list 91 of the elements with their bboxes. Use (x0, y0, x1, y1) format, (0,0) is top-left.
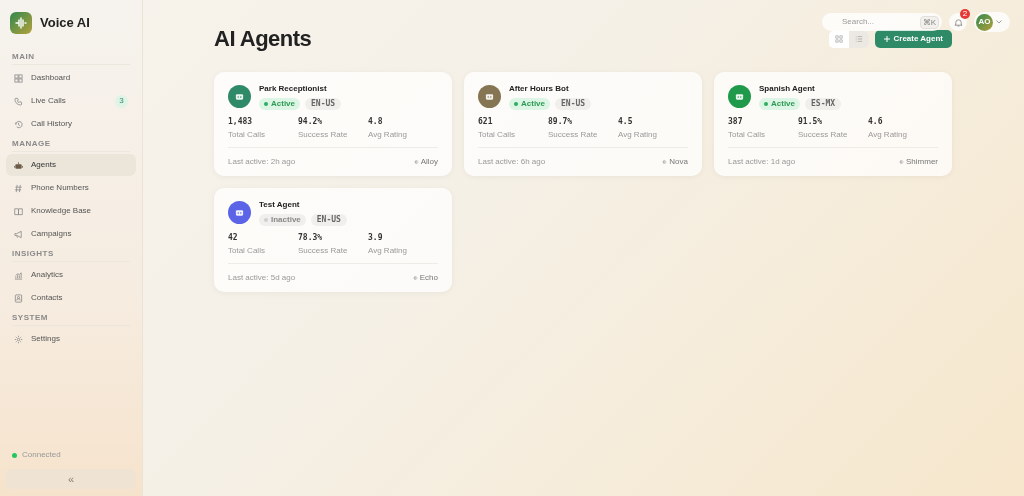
status-badge: Inactive (259, 214, 306, 226)
stat-label: Avg Rating (868, 130, 908, 140)
waveform-logo-icon (10, 12, 32, 34)
last-active-text: Last active: 2h ago (228, 156, 296, 168)
nav-item[interactable]: Analytics (6, 264, 136, 286)
agent-card[interactable]: Park Receptionist Active EN-US 1,483 Total Calls 94.2% Success Rate 4.8 Avg Rating Last active: 2h ago Alloy (214, 72, 452, 176)
book-icon (14, 206, 23, 216)
nav-item[interactable]: Settings (6, 328, 136, 350)
status-badge: Active (509, 98, 550, 110)
agent-name: After Hours Bot (509, 83, 570, 95)
stat-value: 4.8 (368, 117, 384, 127)
agent-name: Test Agent (259, 199, 301, 211)
robot-icon (235, 92, 244, 101)
nav-item[interactable]: Phone Numbers (6, 177, 136, 199)
section-heading: INSIGHTS (12, 249, 130, 262)
create-agent-button[interactable]: Create Agent (874, 30, 952, 48)
robot-icon (735, 92, 744, 101)
stat-label: Success Rate (298, 246, 349, 256)
stat-value: 621 (478, 117, 494, 127)
avatar: AO (976, 13, 993, 31)
voice-name: Alloy (420, 156, 438, 168)
stat-label: Avg Rating (368, 130, 408, 140)
stat-value: 94.2% (298, 117, 324, 127)
section-heading: SYSTEM (12, 313, 130, 326)
voice-name: Shimmer (906, 156, 938, 168)
language-tag: EN-US (310, 214, 347, 226)
voice-name: Echo (419, 272, 438, 284)
notification-badge: 2 (960, 9, 970, 19)
nav-item[interactable]: Agents (6, 154, 136, 176)
section-heading: MANAGE (12, 139, 130, 152)
agent-card[interactable]: Test Agent Inactive EN-US 42 Total Calls 78.3% Success Rate 3.9 Avg Rating Last active: 5d ago Echo (214, 188, 452, 292)
robot-icon (14, 160, 23, 170)
nav-item[interactable]: Contacts (6, 287, 136, 309)
nav-item[interactable]: Dashboard (6, 67, 136, 89)
stat-label: Avg Rating (368, 246, 408, 256)
agent-card[interactable]: After Hours Bot Active EN-US 621 Total Calls 89.7% Success Rate 4.5 Avg Rating Last active: 6h ago Nova (464, 72, 702, 176)
stat-value: 42 (228, 233, 239, 243)
agent-name: Spanish Agent (759, 83, 816, 95)
history-icon (14, 119, 23, 129)
stat-value: 4.5 (618, 117, 634, 127)
stat-label: Total Calls (478, 130, 516, 140)
robot-icon (485, 92, 494, 101)
settings-icon (14, 334, 23, 344)
connection-status: Connected (22, 449, 61, 461)
grid-icon (834, 35, 843, 43)
grid-icon (14, 73, 23, 83)
shortcut-key: ⌘K (919, 15, 939, 29)
chevron-down-icon (996, 20, 1002, 24)
page-title: AI Agents (214, 26, 312, 52)
agent-card[interactable]: Spanish Agent Active ES-MX 387 Total Calls 91.5% Success Rate 4.6 Avg Rating Last active: 1d ago Shimmer (714, 72, 952, 176)
stat-value: 91.5% (798, 117, 824, 127)
stat-label: Success Rate (548, 130, 599, 140)
section-heading: MAIN (12, 52, 130, 65)
nav-item[interactable]: Knowledge Base (6, 200, 136, 222)
stat-value: 89.7% (548, 117, 574, 127)
stat-value: 3.9 (368, 233, 384, 243)
stat-value: 387 (728, 117, 744, 127)
megaphone-icon (14, 229, 23, 239)
stat-value: 1,483 (228, 117, 254, 127)
last-active-text: Last active: 5d ago (228, 272, 296, 284)
language-tag: EN-US (305, 98, 342, 110)
stat-label: Total Calls (728, 130, 766, 140)
stat-label: Total Calls (228, 130, 266, 140)
last-active-text: Last active: 6h ago (478, 156, 546, 168)
nav-item[interactable]: Campaigns (6, 223, 136, 245)
bell-icon (953, 17, 963, 27)
robot-icon (235, 208, 244, 217)
nav-item[interactable]: Live Calls 3 (6, 90, 136, 112)
language-tag: EN-US (555, 98, 592, 110)
chart-icon (14, 270, 23, 280)
stat-label: Success Rate (798, 130, 849, 140)
nav-item[interactable]: Call History (6, 113, 136, 135)
stat-label: Total Calls (228, 246, 266, 256)
contact-card-icon (14, 293, 23, 303)
stat-value: 4.6 (868, 117, 884, 127)
phone-icon (14, 96, 23, 106)
stat-label: Avg Rating (618, 130, 658, 140)
voice-name: Nova (669, 156, 688, 168)
app-name: Voice AI (40, 14, 90, 33)
last-active-text: Last active: 1d ago (728, 156, 796, 168)
count-badge: 3 (115, 94, 128, 108)
stat-label: Success Rate (298, 130, 349, 140)
plus-icon (883, 36, 890, 42)
stat-value: 78.3% (298, 233, 324, 243)
agent-name: Park Receptionist (259, 83, 328, 95)
status-badge: Active (759, 98, 800, 110)
language-tag: ES-MX (805, 98, 842, 110)
hash-icon (14, 183, 23, 193)
grid-view-button[interactable] (828, 30, 849, 48)
status-badge: Active (259, 98, 300, 110)
list-icon (854, 35, 863, 43)
